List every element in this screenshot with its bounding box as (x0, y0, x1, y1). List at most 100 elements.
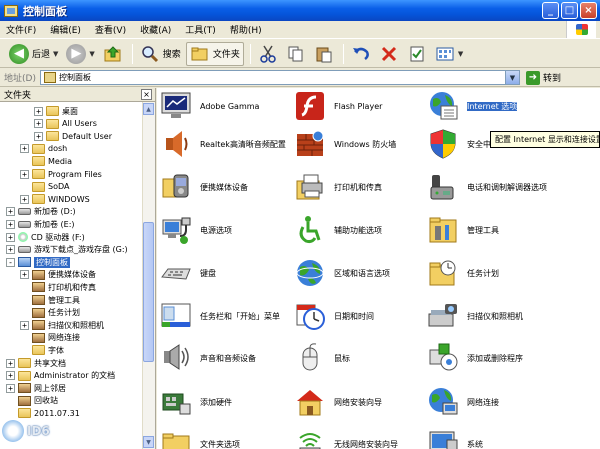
control-panel-item[interactable]: 任务计划 (427, 255, 553, 291)
tree-item[interactable]: + 扫描仪和照相机 (20, 319, 104, 331)
control-panel-item[interactable]: 打印机和传真 (294, 169, 420, 205)
tree-item[interactable]: 字体 (20, 344, 64, 356)
maximize-button[interactable]: □ (561, 2, 578, 19)
forward-button[interactable]: ▶ ▼ (63, 42, 97, 66)
control-panel-item[interactable]: 无线网络安装向导 (294, 426, 420, 449)
expand-icon[interactable]: + (20, 144, 29, 154)
control-panel-item[interactable]: 文件夹选项 (160, 426, 286, 449)
tree-item[interactable]: + Program Files (20, 168, 102, 180)
control-panel-item[interactable]: 添加硬件 (160, 384, 286, 420)
address-dropdown-icon[interactable]: ▼ (504, 71, 519, 84)
tree-item[interactable]: + WINDOWS (20, 193, 90, 205)
folders-button[interactable]: 文件夹 (185, 41, 244, 66)
control-panel-item[interactable]: 扫描仪和照相机 (427, 298, 553, 334)
control-panel-item[interactable]: 任务栏和「开始」菜单 (160, 298, 286, 334)
collapse-icon[interactable]: - (6, 257, 15, 267)
tree-item[interactable]: + CD 驱动器 (F:) (6, 231, 85, 243)
expand-icon[interactable]: + (20, 169, 29, 179)
search-button[interactable]: 搜索 (137, 42, 184, 66)
properties-button[interactable] (404, 42, 430, 66)
control-panel-item[interactable]: 网络连接 (427, 384, 553, 420)
paste-button[interactable] (311, 42, 337, 66)
control-panel-item[interactable]: 辅助功能选项 (294, 212, 420, 248)
forward-dropdown-icon[interactable]: ▼ (89, 50, 94, 58)
tree-item[interactable]: 2011.07.31 (6, 407, 80, 419)
control-panel-item[interactable]: 日期和时间 (294, 298, 420, 334)
control-panel-item[interactable]: 鼠标 (294, 340, 420, 376)
cut-button[interactable] (255, 42, 281, 66)
menu-tools[interactable]: 工具(T) (185, 23, 216, 36)
menu-edit[interactable]: 编辑(E) (50, 23, 81, 36)
tree-item[interactable]: + 共享文档 (6, 357, 66, 369)
control-panel-item[interactable]: 管理工具 (427, 212, 553, 248)
menu-view[interactable]: 查看(V) (95, 23, 126, 36)
tree-item[interactable]: - 控制面板 (6, 256, 70, 268)
folder-pane-close-button[interactable]: × (141, 89, 152, 100)
tree-item[interactable]: + All Users (34, 118, 97, 130)
control-panel-item[interactable]: Realtek高清晰音频配置 (160, 126, 286, 162)
expand-icon[interactable]: + (20, 194, 29, 204)
expand-icon[interactable]: + (6, 245, 15, 255)
minimize-button[interactable]: _ (542, 2, 559, 19)
control-panel-item[interactable]: Internet 选项 (427, 88, 553, 124)
control-panel-item[interactable]: 电话和调制解调器选项 (427, 169, 553, 205)
control-panel-item[interactable]: 系统 (427, 426, 553, 449)
tree-item[interactable]: 任务计划 (20, 307, 80, 319)
menu-favorites[interactable]: 收藏(A) (140, 23, 171, 36)
expand-icon[interactable]: + (6, 383, 15, 393)
control-panel-item[interactable]: Flash Player (294, 88, 420, 124)
control-panel-item[interactable]: 便携媒体设备 (160, 169, 286, 205)
control-panel-item[interactable]: 添加或删除程序 (427, 340, 553, 376)
tree-item[interactable]: + 新加卷 (E:) (6, 218, 75, 230)
menu-file[interactable]: 文件(F) (6, 23, 36, 36)
undo-button[interactable] (348, 42, 374, 66)
address-input[interactable]: 控制面板 ▼ (39, 70, 520, 85)
tree-item[interactable]: + 新加卷 (D:) (6, 206, 76, 218)
tree-item[interactable]: + 便携媒体设备 (20, 269, 96, 281)
expand-icon[interactable]: + (6, 207, 15, 217)
tree-item[interactable]: 管理工具 (20, 294, 80, 306)
tree-item[interactable]: 打印机和传真 (20, 281, 96, 293)
back-button[interactable]: ◀ 后退 ▼ (6, 42, 61, 66)
tree-item[interactable]: + 网上邻居 (6, 382, 66, 394)
control-panel-item[interactable]: 声音和音频设备 (160, 340, 286, 376)
expand-icon[interactable]: + (34, 119, 43, 129)
up-button[interactable] (100, 42, 126, 66)
scroll-down-icon[interactable]: ▼ (143, 436, 154, 448)
back-dropdown-icon[interactable]: ▼ (53, 50, 58, 58)
title-bar[interactable]: 控制面板 _ □ × (0, 0, 600, 21)
go-button[interactable]: ➜ 转到 (525, 70, 561, 85)
expand-icon[interactable]: + (6, 371, 15, 381)
tree-item[interactable]: + Administrator 的文档 (6, 370, 115, 382)
scroll-up-icon[interactable]: ▲ (143, 103, 154, 115)
folder-pane-scrollbar[interactable]: ▲ ▼ (142, 102, 155, 449)
tree-item[interactable]: Media (20, 155, 72, 167)
expand-icon[interactable]: + (34, 106, 43, 116)
expand-icon[interactable]: + (6, 358, 15, 368)
tree-item[interactable]: SoDA (20, 181, 69, 193)
expand-icon[interactable]: + (20, 270, 29, 280)
tree-item[interactable]: 网络连接 (20, 332, 80, 344)
control-panel-item[interactable]: Windows 防火墙 (294, 126, 420, 162)
scrollbar-thumb[interactable] (143, 222, 154, 362)
expand-icon[interactable]: + (34, 131, 43, 141)
menu-help[interactable]: 帮助(H) (230, 23, 262, 36)
control-panel-item[interactable]: 键盘 (160, 255, 286, 291)
tree-item[interactable]: + Default User (34, 130, 112, 142)
tree-item[interactable]: 回收站 (6, 395, 58, 407)
expand-icon[interactable]: + (6, 232, 15, 242)
tree-item[interactable]: + 桌面 (34, 105, 78, 117)
tree-item[interactable]: + 游戏下载点_游戏存盘 (G:) (6, 244, 128, 256)
delete-button[interactable] (376, 42, 402, 66)
views-button[interactable]: ▼ (432, 42, 466, 66)
control-panel-item[interactable]: 网络安装向导 (294, 384, 420, 420)
expand-icon[interactable]: + (20, 320, 29, 330)
views-dropdown-icon[interactable]: ▼ (458, 50, 463, 58)
control-panel-item[interactable]: 区域和语言选项 (294, 255, 420, 291)
close-button[interactable]: × (580, 2, 597, 19)
tree-item[interactable]: + dosh (20, 143, 67, 155)
control-panel-item[interactable]: Adobe Gamma (160, 88, 286, 124)
expand-icon[interactable]: + (6, 219, 15, 229)
control-panel-item[interactable]: 电源选项 (160, 212, 286, 248)
copy-button[interactable] (283, 42, 309, 66)
